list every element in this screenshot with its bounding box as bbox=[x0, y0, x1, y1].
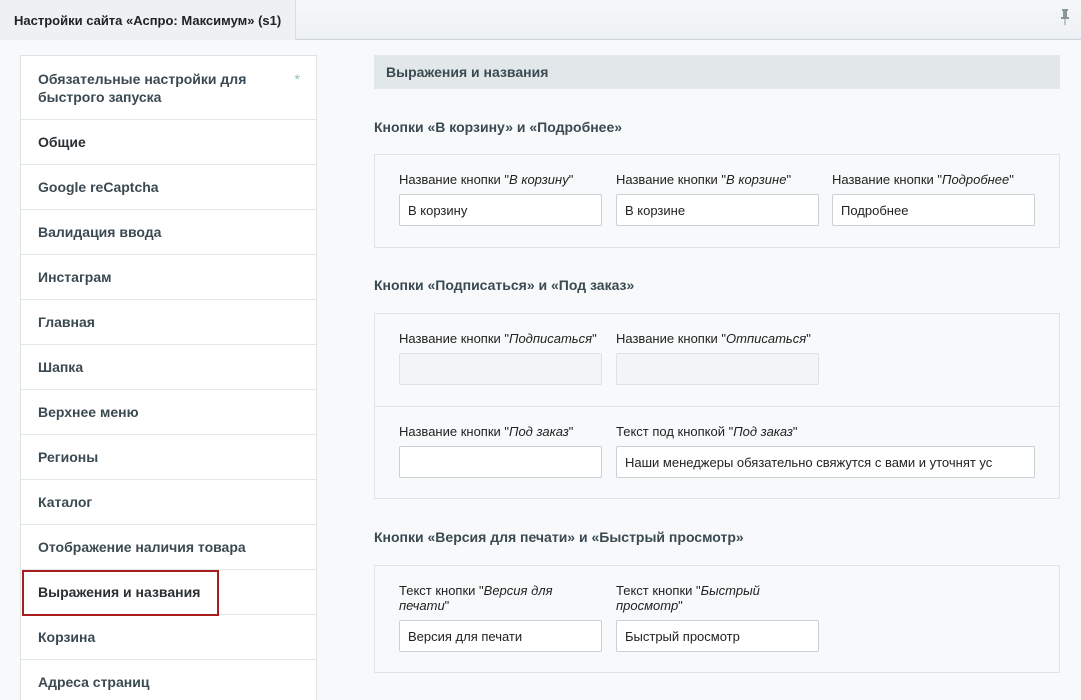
sidebar-item-expressions[interactable]: Выражения и названия bbox=[21, 570, 316, 616]
field-label: Текст кнопки "Версия для печати" bbox=[399, 583, 553, 613]
sidebar-item-required-settings[interactable]: Обязательные настройки для быстрого запу… bbox=[21, 56, 316, 120]
in-basket-input[interactable]: В корзине bbox=[616, 194, 819, 226]
order-text-input[interactable]: Наши менеджеры обязательно свяжутся с ва… bbox=[616, 446, 1035, 478]
sidebar-item-label: Обязательные настройки для быстрого запу… bbox=[38, 70, 247, 105]
group-title-basket-buttons: Кнопки «В корзину» и «Подробнее» bbox=[374, 119, 623, 135]
field-label: Название кнопки "Под заказ" bbox=[399, 424, 574, 439]
sidebar-item-label: Выражения и названия bbox=[38, 584, 201, 600]
group-title-print-buttons: Кнопки «Версия для печати» и «Быстрый пр… bbox=[374, 529, 744, 545]
unsubscribe-input[interactable] bbox=[616, 353, 819, 385]
field-label: Текст кнопки "Быстрый просмотр" bbox=[616, 583, 760, 613]
sidebar-item-top-menu[interactable]: Верхнее меню bbox=[21, 390, 316, 435]
window-tab[interactable]: Настройки сайта «Аспро: Максимум» (s1) bbox=[0, 0, 296, 40]
field-add-to-basket: Название кнопки "В корзину" bbox=[399, 172, 573, 187]
subscribe-input[interactable] bbox=[399, 353, 602, 385]
field-print-version: Текст кнопки "Версия для печати" bbox=[399, 583, 589, 613]
field-in-basket: Название кнопки "В корзине" bbox=[616, 172, 791, 187]
sidebar-item-label: Регионы bbox=[38, 449, 99, 465]
sidebar-item-label: Google reCaptcha bbox=[38, 179, 159, 195]
settings-sidebar: Обязательные настройки для быстрого запу… bbox=[20, 55, 317, 700]
sidebar-item-label: Верхнее меню bbox=[38, 404, 139, 420]
sidebar-item-label: Корзина bbox=[38, 629, 96, 645]
field-label: Текст под кнопкой "Под заказ" bbox=[616, 424, 798, 439]
group-box-basket-buttons: Название кнопки "В корзину" В корзину На… bbox=[374, 154, 1060, 248]
sidebar-item-label: Главная bbox=[38, 314, 95, 330]
field-label: Название кнопки "Подробнее" bbox=[832, 172, 1014, 187]
sidebar-item-header[interactable]: Шапка bbox=[21, 345, 316, 390]
sidebar-item-input-validation[interactable]: Валидация ввода bbox=[21, 210, 316, 255]
required-star-icon: * bbox=[294, 71, 300, 87]
sidebar-item-basket[interactable]: Корзина bbox=[21, 615, 316, 660]
sidebar-item-label: Адреса страниц bbox=[38, 674, 150, 690]
field-label: Название кнопки "В корзине" bbox=[616, 172, 792, 187]
order-button-input[interactable] bbox=[399, 446, 602, 478]
field-quick-view: Текст кнопки "Быстрый просмотр" bbox=[616, 583, 786, 613]
title-bar: Настройки сайта «Аспро: Максимум» (s1) bbox=[0, 0, 1081, 40]
field-label: Название кнопки "В корзину" bbox=[399, 172, 574, 187]
section-title: Выражения и названия bbox=[386, 64, 549, 80]
sidebar-item-page-urls[interactable]: Адреса страниц bbox=[21, 660, 316, 700]
sidebar-item-google-recaptcha[interactable]: Google reCaptcha bbox=[21, 165, 316, 210]
sidebar-item-instagram[interactable]: Инстаграм bbox=[21, 255, 316, 300]
field-order-text: Текст под кнопкой "Под заказ" bbox=[616, 424, 798, 439]
sidebar-item-label: Инстаграм bbox=[38, 269, 112, 285]
settings-content: Выражения и названия Кнопки «В корзину» … bbox=[374, 55, 1060, 673]
group-box-subscribe-buttons: Название кнопки "Подписаться" Название к… bbox=[374, 313, 1060, 499]
pin-icon[interactable] bbox=[1059, 8, 1071, 26]
window-title: Настройки сайта «Аспро: Максимум» (s1) bbox=[14, 12, 282, 28]
add-to-basket-input[interactable]: В корзину bbox=[399, 194, 602, 226]
sidebar-item-label: Общие bbox=[38, 134, 86, 150]
field-order: Название кнопки "Под заказ" bbox=[399, 424, 573, 439]
quick-view-input[interactable]: Быстрый просмотр bbox=[616, 620, 819, 652]
group-title-subscribe-buttons: Кнопки «Подписаться» и «Под заказ» bbox=[374, 277, 635, 293]
field-more-details: Название кнопки "Подробнее" bbox=[832, 172, 1014, 187]
field-label: Название кнопки "Подписаться" bbox=[399, 331, 597, 346]
sidebar-item-label: Отображение наличия товара bbox=[38, 539, 246, 555]
sidebar-item-regions[interactable]: Регионы bbox=[21, 435, 316, 480]
field-subscribe: Название кнопки "Подписаться" bbox=[399, 331, 597, 346]
field-unsubscribe: Название кнопки "Отписаться" bbox=[616, 331, 811, 346]
sidebar-item-stock-display[interactable]: Отображение наличия товара bbox=[21, 525, 316, 570]
sidebar-item-main[interactable]: Главная bbox=[21, 300, 316, 345]
group-box-print-buttons: Текст кнопки "Версия для печати" Версия … bbox=[374, 565, 1060, 673]
print-version-input[interactable]: Версия для печати bbox=[399, 620, 602, 652]
row-divider bbox=[375, 406, 1059, 407]
sidebar-item-label: Каталог bbox=[38, 494, 93, 510]
field-label: Название кнопки "Отписаться" bbox=[616, 331, 811, 346]
sidebar-item-label: Шапка bbox=[38, 359, 84, 375]
more-details-input[interactable]: Подробнее bbox=[832, 194, 1035, 226]
sidebar-item-label: Валидация ввода bbox=[38, 224, 162, 240]
sidebar-item-catalog[interactable]: Каталог bbox=[21, 480, 316, 525]
sidebar-item-general[interactable]: Общие bbox=[21, 120, 316, 165]
section-header: Выражения и названия bbox=[374, 55, 1060, 89]
